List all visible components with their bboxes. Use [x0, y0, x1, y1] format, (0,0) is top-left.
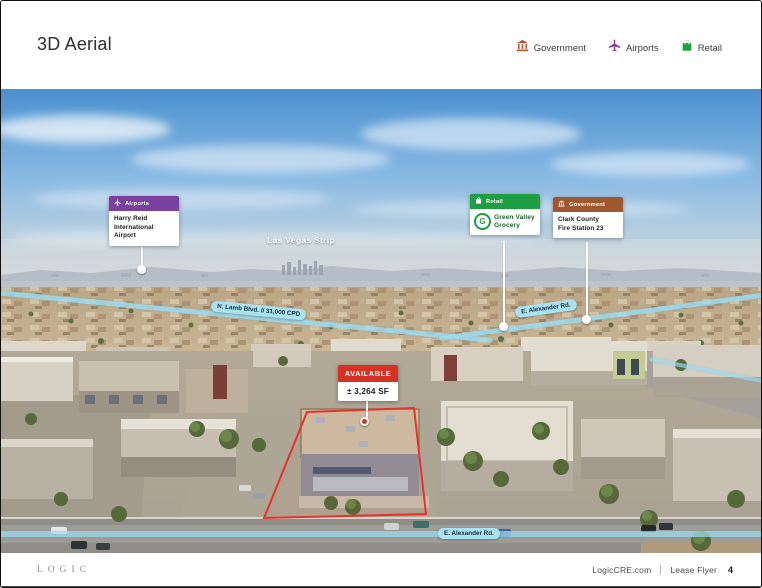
green-valley-grocery-name: Green Valley Grocery: [494, 213, 535, 229]
legend-item-retail: Retail: [681, 39, 722, 57]
government-bank-icon: [558, 200, 565, 209]
page-title: 3D Aerial: [37, 34, 112, 54]
government-leader-line: [586, 242, 588, 319]
callout-airport-category: Airports: [125, 200, 150, 207]
green-valley-grocery-monogram: G: [474, 213, 491, 230]
logic-logo: LOGIC: [37, 564, 92, 575]
legend-label-government: Government: [533, 42, 586, 54]
footer-document-type: Lease Flyer: [670, 564, 717, 575]
footer-website: LogicCRE.com: [592, 564, 652, 575]
footer-page-number: 4: [727, 564, 733, 575]
lease-flyer-page: 3D Aerial Government Airports Retail N. …: [0, 0, 762, 588]
available-leader-line: [366, 400, 368, 419]
callout-retail-category: Retail: [486, 198, 503, 205]
callout-available: AVAILABLE ± 3,264 SF: [338, 365, 398, 401]
aerial-scene-art: [1, 89, 761, 553]
sky: [1, 89, 761, 289]
callout-government: Government Clark County Fire Station 23: [553, 197, 623, 239]
airplane-icon: [114, 199, 121, 208]
retail-marker-dot: [499, 322, 508, 331]
las-vegas-strip-label: Las Vegas Strip: [267, 235, 335, 245]
page-footer: LOGIC LogicCRE.com Lease Flyer 4: [1, 553, 761, 586]
legend-label-airports: Airports: [625, 42, 659, 54]
shopping-bag-icon: [681, 39, 693, 57]
legend-label-retail: Retail: [697, 42, 722, 54]
footer-divider: [660, 564, 662, 575]
available-marker-dot: [360, 417, 369, 426]
callout-government-category: Government: [569, 201, 606, 208]
callout-airport-header: Airports: [109, 196, 179, 211]
road-highlight-alexander-near: [1, 531, 761, 537]
available-status-badge: AVAILABLE: [338, 365, 398, 382]
available-square-footage: ± 3,264 SF: [338, 382, 398, 401]
callout-government-header: Government: [553, 197, 623, 212]
airport-marker-dot: [137, 265, 146, 274]
callout-government-name: Clark County Fire Station 23: [558, 216, 604, 232]
green-valley-grocery-logo: G Green Valley Grocery: [470, 209, 540, 235]
airplane-icon: [608, 39, 621, 57]
road-label-alexander-near: E. Alexander Rd.: [438, 528, 500, 539]
legend-item-government: Government: [516, 39, 586, 57]
shopping-bag-icon: [475, 197, 482, 206]
callout-airport: Airports Harry Reid International Airpor…: [109, 196, 179, 246]
retail-leader-line: [503, 241, 505, 326]
callout-retail: Retail G Green Valley Grocery: [470, 194, 540, 235]
page-header: 3D Aerial Government Airports Retail: [1, 1, 761, 89]
callout-airport-name: Harry Reid International Airport: [114, 215, 154, 240]
legend-item-airports: Airports: [608, 39, 659, 57]
aerial-photo: N. Lamb Blvd. // 31,000 CPD E. Alexander…: [1, 89, 761, 553]
footer-meta: LogicCRE.com Lease Flyer 4: [592, 564, 733, 575]
map-legend: Government Airports Retail: [516, 39, 722, 57]
callout-retail-header: Retail: [470, 194, 540, 209]
government-marker-dot: [582, 315, 591, 324]
government-bank-icon: [516, 39, 529, 57]
